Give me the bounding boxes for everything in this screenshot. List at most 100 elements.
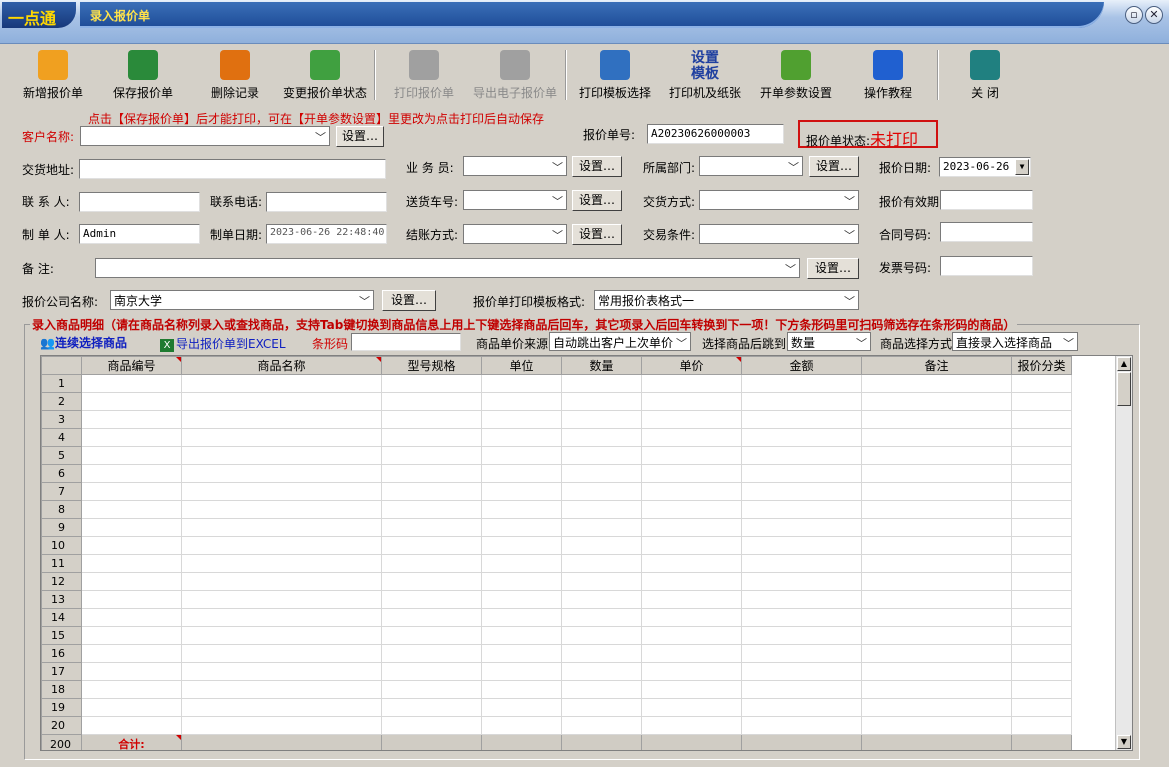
table-cell[interactable] [561,500,642,519]
table-cell[interactable] [561,518,642,537]
table-cell[interactable] [1011,626,1072,645]
table-cell[interactable] [641,464,742,483]
column-header[interactable]: 金额 [741,356,862,375]
table-cell[interactable] [641,374,742,393]
table-cell[interactable] [81,680,182,699]
table-cell[interactable] [1011,392,1072,411]
table-cell[interactable] [381,626,482,645]
remark-set-button[interactable]: 设置… [807,258,859,279]
table-cell[interactable] [641,500,742,519]
table-cell[interactable] [641,716,742,735]
quote-no-input[interactable]: A20230626000003 [647,124,784,144]
table-cell[interactable] [561,482,642,501]
table-row[interactable]: 10 [41,536,1072,555]
table-cell[interactable] [81,536,182,555]
table-cell[interactable] [641,428,742,447]
table-cell[interactable] [741,626,862,645]
table-cell[interactable] [861,374,1012,393]
toolbar-button-9[interactable]: 操作教程 [862,46,914,102]
table-cell[interactable] [181,644,382,663]
template-select[interactable]: 常用报价表格式一 ﹀ [594,290,859,310]
table-row[interactable]: 17 [41,662,1072,681]
table-cell[interactable] [641,698,742,717]
vertical-scrollbar[interactable]: ▲ ▼ [1115,356,1132,750]
table-row[interactable]: 11 [41,554,1072,573]
table-cell[interactable] [381,392,482,411]
toolbar-button-6[interactable]: 打印模板选择 [578,46,652,102]
column-header[interactable]: 数量 [561,356,642,375]
table-cell[interactable] [561,590,642,609]
table-cell[interactable] [861,410,1012,429]
table-cell[interactable] [481,464,562,483]
table-row[interactable]: 18 [41,680,1072,699]
table-cell[interactable] [1011,662,1072,681]
table-cell[interactable] [181,608,382,627]
scroll-up-icon[interactable]: ▲ [1117,357,1131,371]
table-cell[interactable] [1011,500,1072,519]
table-cell[interactable] [1011,680,1072,699]
table-cell[interactable] [81,644,182,663]
table-cell[interactable] [381,662,482,681]
table-cell[interactable] [561,446,642,465]
table-cell[interactable] [481,716,562,735]
table-cell[interactable] [741,698,862,717]
jump-select[interactable]: 数量 ﹀ [787,332,871,351]
table-row[interactable]: 3 [41,410,1072,429]
table-cell[interactable] [181,410,382,429]
toolbar-button-0[interactable]: 新增报价单 [22,46,84,102]
table-row[interactable]: 14 [41,608,1072,627]
table-cell[interactable] [561,464,642,483]
table-cell[interactable] [641,518,742,537]
column-header[interactable]: 备注 [861,356,1012,375]
continuous-select-link[interactable]: 👥连续选择商品 [40,334,127,351]
table-cell[interactable] [481,446,562,465]
table-cell[interactable] [81,428,182,447]
table-cell[interactable] [561,410,642,429]
toolbar-button-2[interactable]: 删除记录 [210,46,260,102]
table-cell[interactable] [481,518,562,537]
trade-select[interactable]: ﹀ [699,224,859,244]
table-cell[interactable] [81,410,182,429]
table-cell[interactable] [641,572,742,591]
dept-select[interactable]: ﹀ [699,156,803,176]
valid-input[interactable] [940,190,1033,210]
table-cell[interactable] [861,680,1012,699]
table-cell[interactable] [1011,428,1072,447]
make-date-input[interactable]: 2023-06-26 22:48:40 [266,224,387,244]
table-cell[interactable] [81,482,182,501]
table-cell[interactable] [481,662,562,681]
table-cell[interactable] [481,590,562,609]
scroll-down-icon[interactable]: ▼ [1117,735,1131,749]
table-row[interactable]: 2 [41,392,1072,411]
company-select[interactable]: 南京大学 ﹀ [110,290,374,310]
table-cell[interactable] [1011,446,1072,465]
table-cell[interactable] [481,698,562,717]
barcode-input[interactable] [351,333,461,351]
column-header[interactable]: 型号规格 [381,356,482,375]
table-cell[interactable] [741,428,862,447]
table-cell[interactable] [861,572,1012,591]
table-cell[interactable] [481,482,562,501]
table-cell[interactable] [741,500,862,519]
table-cell[interactable] [81,374,182,393]
table-cell[interactable] [641,536,742,555]
table-cell[interactable] [741,572,862,591]
toolbar-button-10[interactable]: 关 闭 [968,46,1002,102]
toolbar-button-8[interactable]: 开单参数设置 [758,46,834,102]
table-cell[interactable] [381,446,482,465]
table-row[interactable]: 16 [41,644,1072,663]
table-cell[interactable] [741,536,862,555]
table-cell[interactable] [1011,518,1072,537]
table-cell[interactable] [561,536,642,555]
table-cell[interactable] [861,464,1012,483]
table-cell[interactable] [861,608,1012,627]
table-cell[interactable] [81,716,182,735]
table-cell[interactable] [741,482,862,501]
export-excel-link[interactable]: X 导出报价单到EXCEL [160,335,286,352]
table-cell[interactable] [741,590,862,609]
table-cell[interactable] [81,572,182,591]
table-cell[interactable] [741,680,862,699]
table-row[interactable]: 12 [41,572,1072,591]
table-cell[interactable] [641,608,742,627]
table-cell[interactable] [741,464,862,483]
